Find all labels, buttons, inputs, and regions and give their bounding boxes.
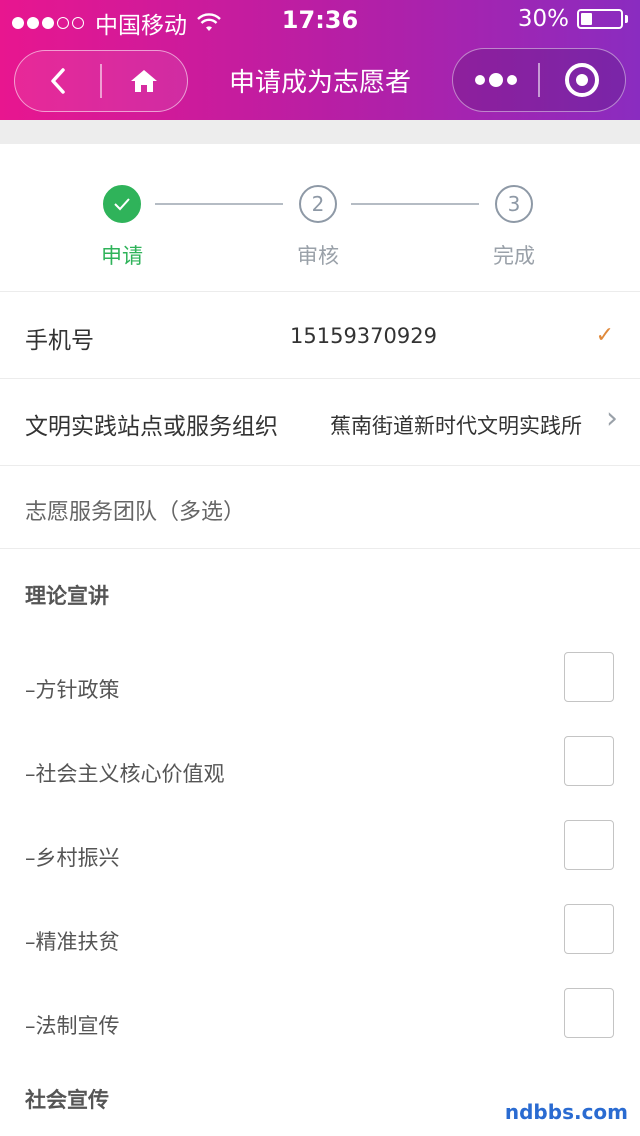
group-title: 理论宣讲 xyxy=(25,584,109,608)
option-item[interactable]: –乡村振兴 xyxy=(0,812,640,896)
more-dots-icon xyxy=(473,73,519,87)
back-chevron-icon xyxy=(50,68,65,94)
option-checkbox[interactable] xyxy=(564,736,614,786)
option-label: –乡村振兴 xyxy=(25,846,120,870)
nav-left-capsule xyxy=(14,50,188,112)
step-2-label: 审核 xyxy=(297,244,339,268)
battery-icon xyxy=(577,9,623,29)
page-title: 申请成为志愿者 xyxy=(228,68,411,98)
org-value[interactable]: 蕉南街道新时代文明实践所 xyxy=(330,410,582,440)
option-checkbox[interactable] xyxy=(564,904,614,954)
close-miniprogram-button[interactable] xyxy=(540,49,625,111)
watermark-logo: ndbbs.com xyxy=(504,1100,628,1124)
battery-percent: 30% xyxy=(517,6,569,32)
step-3-circle: 3 xyxy=(495,185,533,223)
status-bar: 中国移动 17:36 30% xyxy=(0,0,640,40)
check-icon xyxy=(114,198,130,211)
step-1-label: 申请 xyxy=(101,244,143,268)
header-separator xyxy=(0,120,640,144)
app-header: 中国移动 17:36 30% 申请成为志愿者 xyxy=(0,0,640,120)
option-item[interactable]: –精准扶贫 xyxy=(0,896,640,980)
home-button[interactable] xyxy=(102,51,187,111)
option-label: –精准扶贫 xyxy=(25,930,120,954)
option-checkbox[interactable] xyxy=(564,820,614,870)
option-label: –方针政策 xyxy=(25,678,120,702)
option-label: –社会主义核心价值观 xyxy=(25,762,225,786)
step-connector xyxy=(351,203,479,205)
team-header-row: 志愿服务团队（多选） xyxy=(0,466,640,549)
option-label: –法制宣传 xyxy=(25,1014,120,1038)
progress-steps: 2 3 申请 审核 完成 xyxy=(0,144,640,292)
more-button[interactable] xyxy=(453,49,538,111)
back-button[interactable] xyxy=(15,51,100,111)
battery-fill xyxy=(581,13,592,25)
battery-tip xyxy=(625,15,628,23)
home-icon xyxy=(131,70,158,92)
org-row[interactable]: 文明实践站点或服务组织 蕉南街道新时代文明实践所 › xyxy=(0,379,640,466)
group-title: 社会宣传 xyxy=(25,1088,109,1112)
option-checkbox[interactable] xyxy=(564,988,614,1038)
phone-value[interactable]: 15159370929 xyxy=(290,324,437,348)
option-item[interactable]: –社会主义核心价值观 xyxy=(0,728,640,812)
team-label: 志愿服务团队（多选） xyxy=(25,500,246,525)
status-right: 30% xyxy=(518,6,628,32)
step-1-circle xyxy=(103,185,141,223)
option-item[interactable]: –方针政策 xyxy=(0,644,640,728)
nav-right-capsule xyxy=(452,48,626,112)
chevron-right-icon[interactable]: › xyxy=(606,401,618,436)
option-item[interactable]: –法制宣传 xyxy=(0,980,640,1064)
phone-label: 手机号 xyxy=(25,328,94,354)
phone-verified-check-icon: ✓ xyxy=(595,323,614,348)
step-2-circle: 2 xyxy=(299,185,337,223)
org-label: 文明实践站点或服务组织 xyxy=(25,414,278,440)
option-checkbox[interactable] xyxy=(564,652,614,702)
step-3-label: 完成 xyxy=(493,244,535,268)
phone-row[interactable]: 手机号 15159370929 ✓ xyxy=(0,293,640,379)
target-close-icon xyxy=(565,63,600,97)
step-connector xyxy=(155,203,283,205)
